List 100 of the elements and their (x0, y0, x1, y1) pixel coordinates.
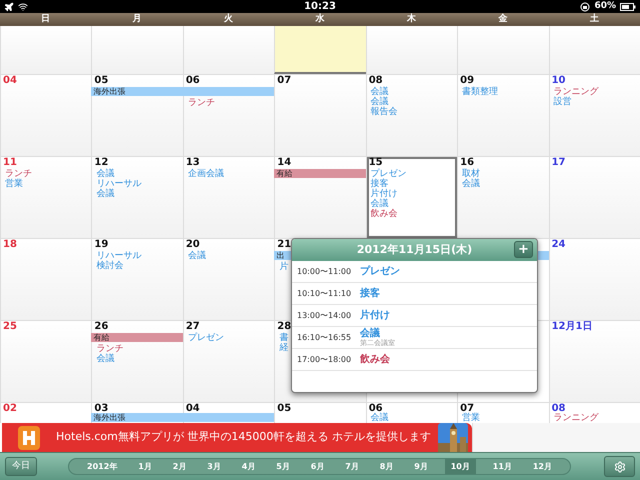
settings-button[interactable] (604, 456, 635, 477)
event-label[interactable]: 企画会議 (188, 169, 224, 179)
date-number: 07 (276, 74, 292, 86)
event-row[interactable]: 10:10〜11:10 接客 (292, 283, 537, 305)
event-bar[interactable]: 有給 (91, 333, 183, 342)
weekday-label: 金 (497, 13, 508, 26)
today-button[interactable]: 今日 (5, 457, 37, 476)
event-label[interactable]: 会議 (462, 179, 480, 189)
event-label[interactable]: 片 (279, 262, 288, 272)
day-cell[interactable] (274, 26, 366, 74)
event-label[interactable]: 会議 (370, 97, 389, 107)
month-tab[interactable]: 2012年 (83, 459, 122, 474)
event-time: 16:10〜16:55 (297, 332, 352, 344)
event-label[interactable]: ランチ (5, 169, 32, 179)
event-bar[interactable]: 海外出張 (91, 87, 274, 96)
event-label[interactable]: 書 (279, 333, 288, 343)
ad-banner[interactable]: Hotels.com無料アプリが 世界中の145000軒を超える ホテルを提供します (2, 423, 472, 452)
month-tab[interactable]: 11月 (488, 459, 516, 474)
month-tab[interactable]: 12月 (528, 459, 556, 474)
date-number: 28 (276, 320, 292, 332)
event-bar[interactable]: 有給 (274, 169, 366, 178)
date-number: 12月1日 (550, 320, 592, 332)
date-number: 18 (2, 238, 17, 250)
date-number: 07 (459, 402, 474, 414)
event-row[interactable]: 17:00〜18:00 飲み会 (292, 349, 537, 371)
month-tab[interactable]: 6月 (306, 459, 328, 474)
date-number: 20 (184, 238, 200, 250)
month-tab[interactable]: 2月 (168, 459, 190, 474)
event-label[interactable]: 会議 (96, 169, 114, 179)
event-label[interactable]: 片付け (370, 189, 398, 199)
month-tab[interactable]: 3月 (203, 459, 225, 474)
event-label[interactable]: リハーサル (96, 179, 142, 189)
event-label[interactable]: 営業 (5, 179, 23, 189)
date-number: 21 (276, 238, 292, 250)
event-label[interactable]: ランニング (554, 413, 599, 423)
date-number: 04 (2, 74, 17, 86)
event-label[interactable]: 飲み会 (370, 209, 398, 219)
event-time: 17:00〜18:00 (297, 354, 352, 366)
event-label[interactable]: ランニング (554, 87, 599, 97)
month-tab[interactable]: 5月 (272, 459, 294, 474)
date-number: 09 (459, 74, 474, 86)
date-number: 10 (550, 74, 566, 86)
event-label[interactable]: 会議 (370, 87, 389, 97)
month-tab[interactable]: 1月 (134, 459, 156, 474)
event-label[interactable]: ランチ (188, 98, 215, 108)
weekday-label: 火 (222, 13, 234, 26)
event-label[interactable]: 会議 (96, 189, 114, 199)
event-label[interactable]: 会議 (96, 354, 114, 364)
event-title: 接客 (360, 288, 380, 299)
event-label[interactable]: 会議 (188, 251, 206, 261)
event-label[interactable]: ランチ (96, 344, 124, 354)
event-label[interactable]: 会議 (370, 413, 389, 423)
event-label[interactable]: プレゼン (370, 169, 407, 179)
date-number: 13 (184, 156, 200, 168)
event-label[interactable]: 営業 (462, 413, 480, 423)
date-number: 06 (184, 74, 200, 86)
month-tab[interactable]: 8月 (376, 459, 398, 474)
event-label[interactable]: 報告会 (370, 107, 398, 117)
date-number: 25 (2, 320, 17, 332)
rotation-lock-icon (580, 2, 590, 12)
date-number: 04 (184, 402, 200, 414)
event-title: 会議 (360, 328, 381, 339)
event-row[interactable]: 10:00〜11:00 プレゼン (292, 261, 537, 283)
weekday-label: 月 (132, 13, 143, 26)
hotel-logo-icon (18, 426, 40, 450)
event-label[interactable]: 検討会 (96, 261, 124, 271)
ad-text: Hotels.com無料アプリが 世界中の145000軒を超える ホテルを提供します (56, 429, 431, 446)
wifi-icon (18, 2, 28, 12)
event-label[interactable]: 会議 (370, 199, 389, 209)
airplane-icon (4, 2, 14, 12)
event-row[interactable]: 13:00〜14:00 片付け (292, 305, 537, 327)
event-time: 10:10〜11:10 (297, 288, 352, 300)
add-button[interactable]: + (514, 241, 533, 258)
date-number: 12 (93, 156, 108, 168)
date-number: 08 (368, 74, 383, 86)
month-tab[interactable]: 4月 (238, 459, 260, 474)
date-number: 26 (93, 320, 108, 332)
event-label[interactable]: プレゼン (188, 333, 224, 343)
date-number: 27 (184, 320, 200, 332)
event-label[interactable]: 経 (279, 343, 288, 353)
date-number: 05 (276, 402, 292, 414)
month-tab[interactable]: 7月 (341, 459, 363, 474)
popover-title: 2012年11月15日(木) (356, 242, 472, 258)
event-label[interactable]: 接客 (370, 179, 389, 189)
date-number: 02 (2, 402, 17, 414)
event-label[interactable]: 設営 (554, 97, 572, 107)
clock-time: 10:23 (304, 2, 336, 12)
date-number: 06 (368, 402, 383, 414)
event-label[interactable]: 取材 (462, 169, 480, 179)
battery-percent: 60% (594, 2, 616, 11)
date-number: 15 (368, 156, 383, 168)
event-label[interactable]: 書類整理 (462, 87, 498, 97)
event-bar[interactable]: 海外出張 (91, 413, 274, 422)
date-number: 24 (550, 238, 566, 250)
month-tab[interactable]: 10月 (444, 459, 476, 474)
month-tab[interactable]: 9月 (410, 459, 432, 474)
event-label[interactable]: リハーサル (96, 251, 142, 261)
event-title: プレゼン (360, 266, 400, 277)
date-number: 08 (550, 402, 566, 414)
battery-icon (620, 2, 636, 10)
